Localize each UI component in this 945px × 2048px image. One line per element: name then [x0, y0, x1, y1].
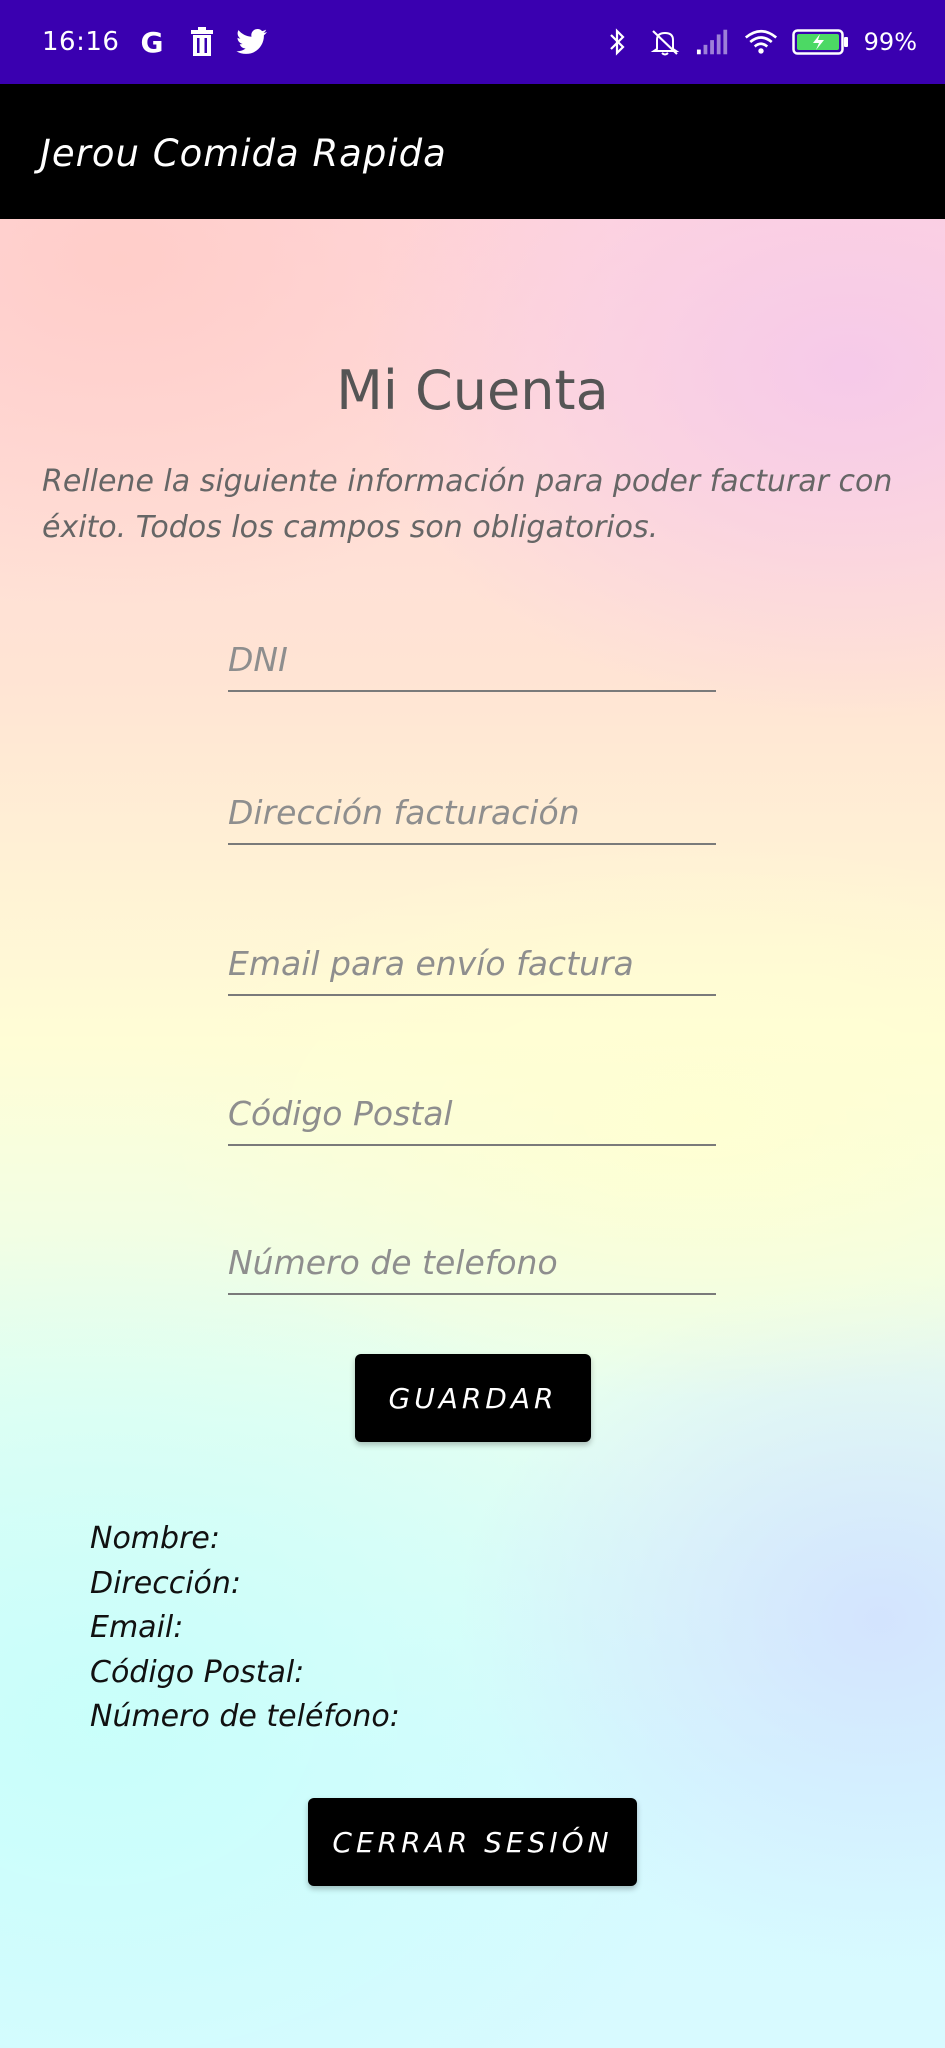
address-field [228, 775, 716, 845]
battery-icon [791, 25, 850, 59]
billing-email-input[interactable] [228, 926, 716, 994]
postal-code-input[interactable] [228, 1076, 716, 1144]
info-phone-label: Número de teléfono: [90, 1699, 400, 1734]
phone-field [228, 1225, 716, 1295]
dni-input[interactable] [228, 622, 716, 690]
bluetooth-icon [600, 25, 634, 59]
battery-level: 99% [863, 28, 917, 56]
wifi-icon [744, 25, 778, 59]
signal-icon [696, 25, 730, 59]
info-postal-code-label: Código Postal: [90, 1654, 305, 1690]
app-bar: Jerou Comida Rapida [0, 84, 945, 219]
status-bar: 16:16 G 99% [0, 0, 945, 84]
email-field [228, 926, 716, 996]
info-email-label: Email: [90, 1610, 184, 1645]
billing-address-input[interactable] [228, 775, 716, 843]
page-title: Mi Cuenta [336, 359, 609, 422]
info-address-label: Dirección: [90, 1565, 242, 1601]
info-name-label: Nombre: [90, 1521, 220, 1556]
phone-input[interactable] [228, 1225, 716, 1293]
logout-button[interactable]: CERRAR SESIÓN [308, 1798, 637, 1886]
account-screen: Mi Cuenta Rellene la siguiente informaci… [0, 219, 945, 2048]
save-button[interactable]: GUARDAR [355, 1354, 591, 1442]
instructions-text: Rellene la siguiente información para po… [42, 464, 893, 545]
svg-text:G: G [141, 27, 164, 57]
status-time: 16:16 [42, 27, 120, 57]
dni-field [228, 622, 716, 692]
app-title: Jerou Comida Rapida [40, 132, 447, 175]
trash-icon [185, 25, 219, 59]
postal-code-field [228, 1076, 716, 1146]
status-left-group: 16:16 G [42, 22, 269, 62]
twitter-icon [235, 25, 269, 59]
status-right-group: 99% [600, 22, 917, 62]
google-icon: G [135, 25, 169, 59]
mute-icon [648, 25, 682, 59]
account-info-block: Nombre: Dirección: Email: Código Postal:… [90, 1517, 790, 1749]
